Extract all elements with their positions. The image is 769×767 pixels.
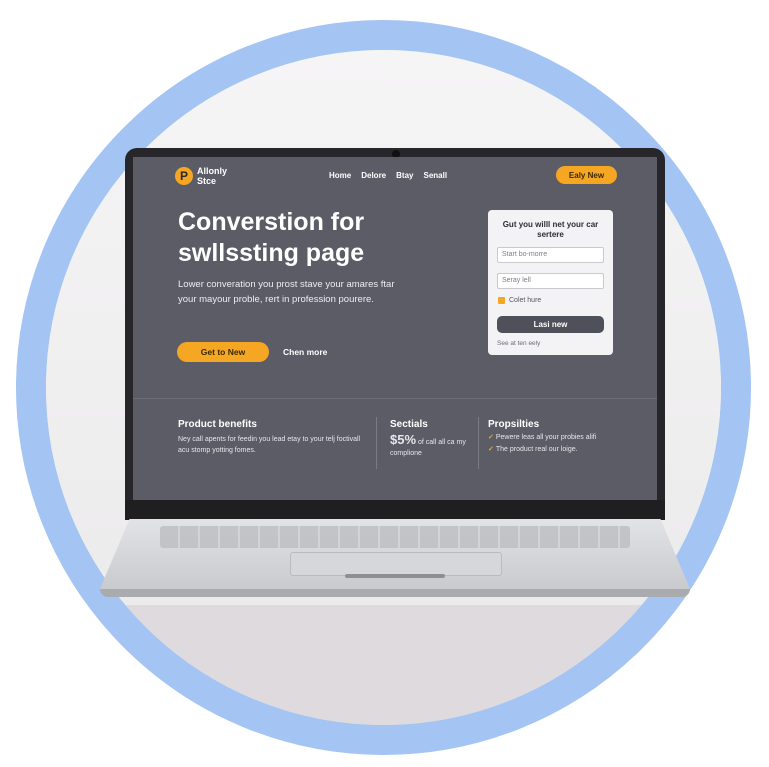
trackpad — [290, 552, 502, 576]
check-icon: ✓ — [488, 434, 494, 441]
lid-notch — [345, 574, 445, 578]
backdrop-floor — [46, 605, 721, 725]
benefits-title: Product benefits — [178, 419, 257, 430]
laptop-screen: P Allonly Stce Home Delore Btay Senall E… — [133, 157, 657, 500]
benefits-text: Ney call apents for feedin you lead etay… — [178, 436, 361, 454]
lock-icon — [498, 297, 505, 304]
check-icon: ✓ — [488, 446, 494, 453]
signup-form: Gut you willl net your car sertere Start… — [488, 210, 613, 355]
nav-link-senall[interactable]: Senall — [423, 171, 447, 180]
hero-primary-button[interactable]: Get to New — [177, 342, 269, 362]
section-divider — [133, 398, 657, 399]
specials-title: Sectials — [390, 419, 428, 430]
hero-secondary-link[interactable]: Chen more — [283, 347, 327, 357]
property-item: ✓ Pewere leas all your probies alifi — [488, 433, 618, 442]
specials-column: Sectials $5% of call all ca my complione — [390, 419, 475, 459]
brand-logo-icon[interactable]: P — [175, 167, 193, 185]
lock-row: Colet hure — [498, 297, 541, 304]
hero-title: Converstion for swllssting page — [178, 208, 365, 267]
property-item-text: Pewere leas all your probies alifi — [495, 434, 597, 441]
nav-cta-button[interactable]: Ealy New — [556, 166, 617, 184]
form-footnote[interactable]: See at ten eely — [497, 340, 540, 347]
form-title: Gut you willl net your car sertere — [502, 220, 599, 239]
properties-title: Propsilties — [488, 419, 540, 430]
nav-links: Home Delore Btay Senall — [329, 171, 447, 180]
property-item-text: The product real our loige. — [495, 446, 578, 453]
laptop-bezel-chin — [125, 500, 665, 520]
top-nav: P Allonly Stce Home Delore Btay Senall E… — [133, 157, 657, 195]
property-item: ✓ The product real our loige. — [488, 445, 618, 454]
nav-link-btay[interactable]: Btay — [396, 171, 413, 180]
form-field-2[interactable]: Seray lell — [497, 273, 604, 289]
lock-label: Colet hure — [509, 297, 542, 304]
hero-subtitle: Lower converation you prost stave your a… — [178, 279, 395, 305]
specials-value: $5% — [390, 432, 417, 447]
column-separator — [478, 417, 479, 469]
laptop-front-edge — [100, 589, 690, 597]
column-separator — [376, 417, 377, 469]
benefits-column: Product benefits Ney call apents for fee… — [178, 419, 368, 456]
keyboard — [160, 526, 630, 548]
nav-link-home[interactable]: Home — [329, 171, 351, 180]
form-submit-button[interactable]: Lasi new — [497, 316, 604, 333]
brand-name[interactable]: Allonly Stce — [197, 166, 247, 186]
form-field-1[interactable]: Start bo-morre — [497, 247, 604, 263]
nav-link-delore[interactable]: Delore — [361, 171, 386, 180]
properties-column: Propsilties ✓ Pewere leas all your probi… — [488, 419, 618, 454]
